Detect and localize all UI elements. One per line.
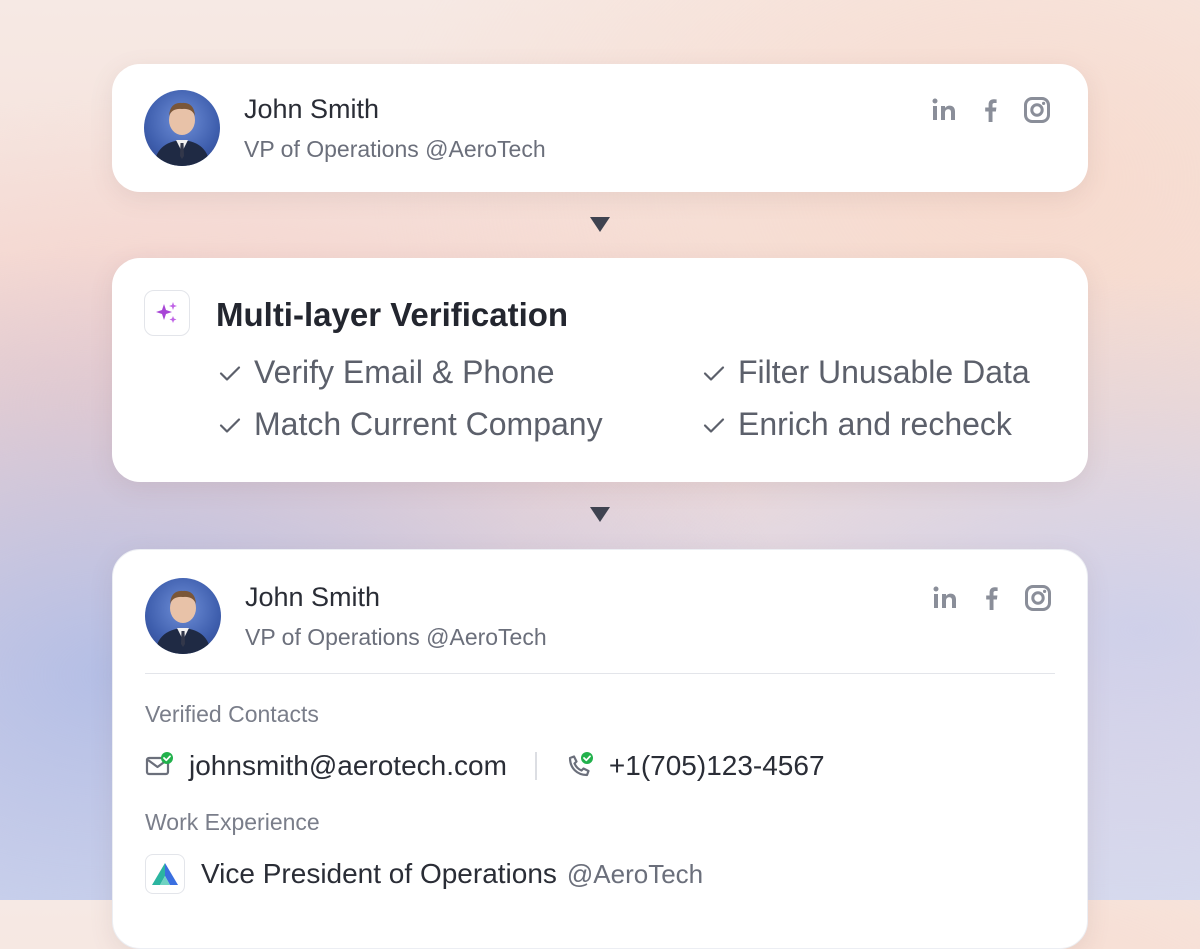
- check-item: Match Current Company: [218, 406, 603, 443]
- phone-number[interactable]: +1(705)123-4567: [609, 750, 825, 782]
- separator: [534, 752, 537, 780]
- verified-email-icon: [145, 752, 173, 776]
- checkmark-icon: [219, 365, 241, 381]
- linkedin-icon[interactable]: [931, 583, 961, 613]
- profile-name: John Smith: [244, 94, 380, 124]
- email-address[interactable]: johnsmith@aerotech.com: [189, 750, 507, 782]
- work-experience-label: Work Experience: [145, 809, 320, 835]
- check-item: Verify Email & Phone: [218, 354, 555, 391]
- social-links: [930, 95, 1052, 125]
- work-experience-item: Vice President of Operations @AeroTech: [145, 854, 703, 894]
- check-label: Filter Unusable Data: [738, 354, 1030, 390]
- instagram-icon[interactable]: [1023, 583, 1053, 613]
- facebook-icon[interactable]: [977, 583, 1007, 613]
- down-arrow-icon: [590, 507, 610, 522]
- checkmark-icon: [219, 417, 241, 433]
- facebook-icon[interactable]: [976, 95, 1006, 125]
- profile-title: VP of Operations @AeroTech: [245, 624, 547, 650]
- verified-phone-icon: [568, 752, 593, 777]
- job-company: @AeroTech: [566, 858, 704, 889]
- check-label: Match Current Company: [254, 406, 603, 442]
- checkmark-icon: [703, 365, 725, 381]
- check-item: Enrich and recheck: [702, 406, 1012, 443]
- source-profile-card: John Smith VP of Operations @AeroTech: [112, 64, 1088, 192]
- profile-title: VP of Operations @AeroTech: [244, 136, 546, 162]
- profile-name: John Smith: [245, 582, 381, 612]
- instagram-icon[interactable]: [1022, 95, 1052, 125]
- check-label: Enrich and recheck: [738, 406, 1012, 442]
- linkedin-icon[interactable]: [930, 95, 960, 125]
- check-label: Verify Email & Phone: [254, 354, 555, 390]
- social-links: [931, 583, 1053, 613]
- checkmark-icon: [703, 417, 725, 433]
- verification-card: Multi-layer Verification Verify Email & …: [112, 258, 1088, 482]
- enriched-profile-card: John Smith VP of Operations @AeroTech Ve…: [112, 549, 1088, 949]
- job-role: Vice President of Operations: [201, 858, 557, 889]
- company-logo: [145, 854, 185, 894]
- sparkle-icon: [144, 290, 190, 336]
- contact-row: johnsmith@aerotech.com +1(705)123-4567: [145, 750, 825, 782]
- avatar: [145, 578, 221, 654]
- down-arrow-icon: [590, 217, 610, 232]
- avatar: [144, 90, 220, 166]
- divider: [145, 673, 1055, 674]
- verified-contacts-label: Verified Contacts: [145, 701, 319, 727]
- check-item: Filter Unusable Data: [702, 354, 1030, 391]
- verification-heading: Multi-layer Verification: [216, 296, 569, 333]
